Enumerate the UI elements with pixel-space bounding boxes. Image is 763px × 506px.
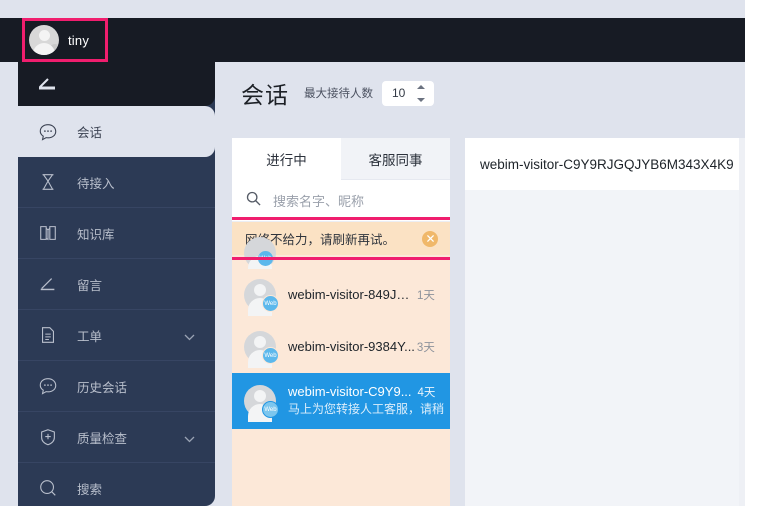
web-badge: Web (262, 295, 279, 312)
conversation-name: webim-visitor-9384Y... (288, 339, 415, 354)
top-bar (0, 18, 745, 62)
main-content: 会话 最大接待人数 10 进行中 客服同事 (215, 62, 745, 506)
user-avatar-icon: Web (244, 331, 276, 363)
user-avatar-icon (29, 25, 59, 55)
conversation-row-header: webim-visitor-9384Y... 3天 (288, 339, 450, 355)
search-icon (246, 191, 261, 211)
sidebar-item-label: 会话 (77, 122, 102, 141)
chevron-down-icon[interactable] (184, 433, 193, 442)
conversation-list: Web Web webim-visitor-849JB... 1天 (232, 255, 450, 506)
app-window: 会话 待接入 知识库 (0, 0, 745, 506)
chat-bubble-icon (37, 121, 59, 143)
page-title: 会话 (241, 76, 289, 110)
sidebar-item-sousuo[interactable]: 搜索 (18, 463, 215, 506)
sidebar-item-label: 待接入 (77, 173, 115, 192)
capacity-value: 10 (392, 86, 405, 100)
tab-in-progress[interactable]: 进行中 (232, 138, 341, 180)
conversation-list-panel: 进行中 客服同事 搜索名字、昵称 网络不给力，请刷新再试。 (232, 138, 450, 506)
conversation-tabs: 进行中 客服同事 (232, 138, 450, 180)
search-row[interactable]: 搜索名字、昵称 (232, 180, 450, 222)
chat-panel: webim-visitor-C9Y9RJGQJYB6M343X4K9 (465, 138, 745, 506)
chat-bubble-icon (37, 375, 59, 397)
user-avatar-icon: Web (244, 279, 276, 311)
angle-ruler-icon (37, 273, 59, 295)
close-circle-icon[interactable] (422, 231, 438, 247)
conversation-row-body: webim-visitor-C9Y9... 4天 马上为您转接人工客服，请稍 (288, 384, 450, 418)
user-avatar-icon: Web (244, 385, 276, 417)
chat-header: webim-visitor-C9Y9RJGQJYB6M343X4K9 (465, 138, 745, 190)
sidebar-item-zhishiku[interactable]: 知识库 (18, 208, 215, 259)
web-badge: Web (258, 251, 273, 266)
capacity-stepper-input[interactable]: 10 (382, 81, 434, 106)
stepper-up-icon[interactable] (417, 85, 425, 89)
chat-visitor-title: webim-visitor-C9Y9RJGQJYB6M343X4K9 (480, 157, 734, 172)
page-header: 会话 最大接待人数 10 (215, 62, 745, 124)
conversation-row[interactable]: Web webim-visitor-9384Y... 3天 (232, 321, 450, 373)
conversation-name: webim-visitor-849JB... (288, 287, 415, 302)
web-badge: Web (262, 347, 279, 364)
user-profile-chip[interactable]: tiny (22, 18, 108, 62)
conversation-time: 4天 (418, 384, 436, 400)
hourglass-icon (37, 171, 59, 193)
conversation-preview: 马上为您转接人工客服，请稍 (288, 402, 444, 416)
sidebar-item-gongdan[interactable]: 工单 (18, 310, 215, 361)
conversation-row-selected[interactable]: Web webim-visitor-C9Y9... 4天 马上为您转接人工客服，… (232, 373, 450, 429)
conversation-row-body: webim-visitor-849JB... 1天 (288, 287, 450, 303)
conversation-time: 1天 (417, 287, 435, 303)
sidebar-item-label: 质量检查 (77, 428, 127, 447)
stepper-down-icon[interactable] (417, 98, 425, 102)
conversation-row-header: webim-visitor-849JB... 1天 (288, 287, 450, 303)
sidebar-item-zhiliangjiancha[interactable]: 质量检查 (18, 412, 215, 463)
sidebar-item-label: 工单 (77, 326, 102, 345)
stepper-up-down-icon[interactable] (417, 85, 425, 102)
book-icon (37, 222, 59, 244)
shield-plus-icon (37, 426, 59, 448)
sidebar-header (18, 62, 215, 106)
avatar-status-badge (49, 44, 59, 55)
sidebar-item-label: 历史会话 (77, 377, 127, 396)
left-sidebar: 会话 待接入 知识库 (18, 62, 215, 506)
collapse-angle-icon[interactable] (36, 73, 60, 93)
sidebar-item-liuyan[interactable]: 留言 (18, 259, 215, 310)
web-badge: Web (262, 401, 279, 418)
document-icon (37, 324, 59, 346)
chevron-down-icon[interactable] (184, 331, 193, 340)
sidebar-item-label: 留言 (77, 275, 102, 294)
chat-message-area (465, 190, 745, 506)
conversation-time: 3天 (417, 339, 435, 355)
sidebar-item-daijieru[interactable]: 待接入 (18, 157, 215, 208)
tab-colleagues[interactable]: 客服同事 (341, 138, 450, 180)
conversation-row[interactable]: Web webim-visitor-849JB... 1天 (232, 269, 450, 321)
sidebar-item-lishihuihua[interactable]: 历史会话 (18, 361, 215, 412)
conversation-row-header: webim-visitor-C9Y9... 4天 (288, 384, 450, 400)
chat-scrollbar[interactable] (739, 138, 745, 506)
capacity-label: 最大接待人数 (304, 85, 373, 101)
search-input[interactable]: 搜索名字、昵称 (273, 191, 364, 210)
conversation-name: webim-visitor-C9Y9... (288, 384, 412, 399)
conversation-row-body: webim-visitor-9384Y... 3天 (288, 339, 450, 355)
sidebar-item-huihua[interactable]: 会话 (18, 106, 215, 157)
sidebar-item-label: 知识库 (77, 224, 115, 243)
conversation-row-partial[interactable]: Web (232, 255, 450, 269)
search-circle-icon (37, 477, 59, 499)
sidebar-item-label: 搜索 (77, 479, 102, 498)
user-name-label: tiny (68, 33, 89, 48)
